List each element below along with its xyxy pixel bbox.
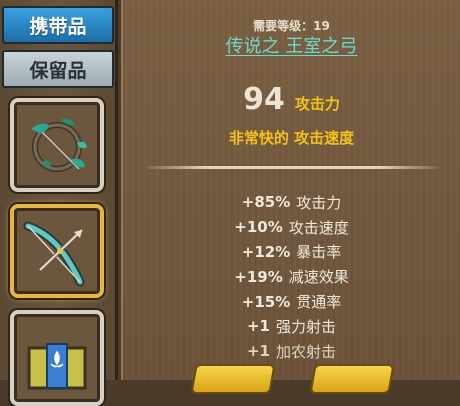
stat-value: +15% xyxy=(241,292,291,311)
stat-label: 暴击率 xyxy=(296,243,342,262)
stat-label: 贯通率 xyxy=(296,293,342,312)
fleur-de-lis-banner-icon xyxy=(27,343,87,390)
stat-value: +85% xyxy=(241,193,291,212)
item-detail-panel: 需要等级：19 传说之 王室之弓 94 攻击力 非常快的 攻击速度 +85% 攻击… xyxy=(121,0,460,394)
bow-with-vines-icon xyxy=(31,118,87,172)
item-name-link[interactable]: 传说之 王室之弓 xyxy=(123,32,460,58)
action-button-right[interactable] xyxy=(309,364,395,394)
stat-value: +1 xyxy=(246,342,270,361)
action-button-left[interactable] xyxy=(190,364,276,394)
royal-bow-icon xyxy=(23,221,85,287)
stat-value: +19% xyxy=(234,267,283,286)
stat-value: +10% xyxy=(234,218,283,237)
stat-label: 加农射击 xyxy=(276,342,337,361)
stat-label: 减速效果 xyxy=(288,268,349,287)
stat-list: +85% 攻击力 +10% 攻击速度 +12% 暴击率 +19% 减速效果 +15% 贯通… xyxy=(123,190,460,364)
divider xyxy=(147,166,438,169)
inventory-slot-2[interactable] xyxy=(10,204,104,298)
stat-label: 强力射击 xyxy=(276,317,337,336)
attack-value: 94 xyxy=(243,82,285,117)
stat-row: +85% 攻击力 xyxy=(123,190,460,215)
attack-speed-label: 非常快的 攻击速度 xyxy=(228,129,355,147)
stat-label: 攻击速度 xyxy=(288,218,349,237)
stat-value: +1 xyxy=(246,317,270,336)
stat-row: +10% 攻击速度 xyxy=(123,215,460,240)
stat-row: +1 强力射击 xyxy=(123,314,460,339)
stat-value: +12% xyxy=(241,242,291,261)
attack-power-row: 94 攻击力 xyxy=(123,82,460,117)
stat-row: +15% 贯通率 xyxy=(123,289,460,314)
tab-stored[interactable]: 保留品 xyxy=(2,50,114,88)
inventory-slot-3[interactable] xyxy=(10,310,104,406)
inventory-sidebar: 携带品 保留品 xyxy=(0,0,118,406)
tab-carried[interactable]: 携带品 xyxy=(2,6,114,44)
attack-label: 攻击力 xyxy=(294,95,340,113)
stat-row: +19% 减速效果 xyxy=(123,264,460,289)
stat-label: 攻击力 xyxy=(296,193,342,212)
stat-row: +1 加农射击 xyxy=(123,339,460,364)
inventory-slot-1[interactable] xyxy=(10,98,104,192)
stat-row: +12% 暴击率 xyxy=(123,240,460,265)
